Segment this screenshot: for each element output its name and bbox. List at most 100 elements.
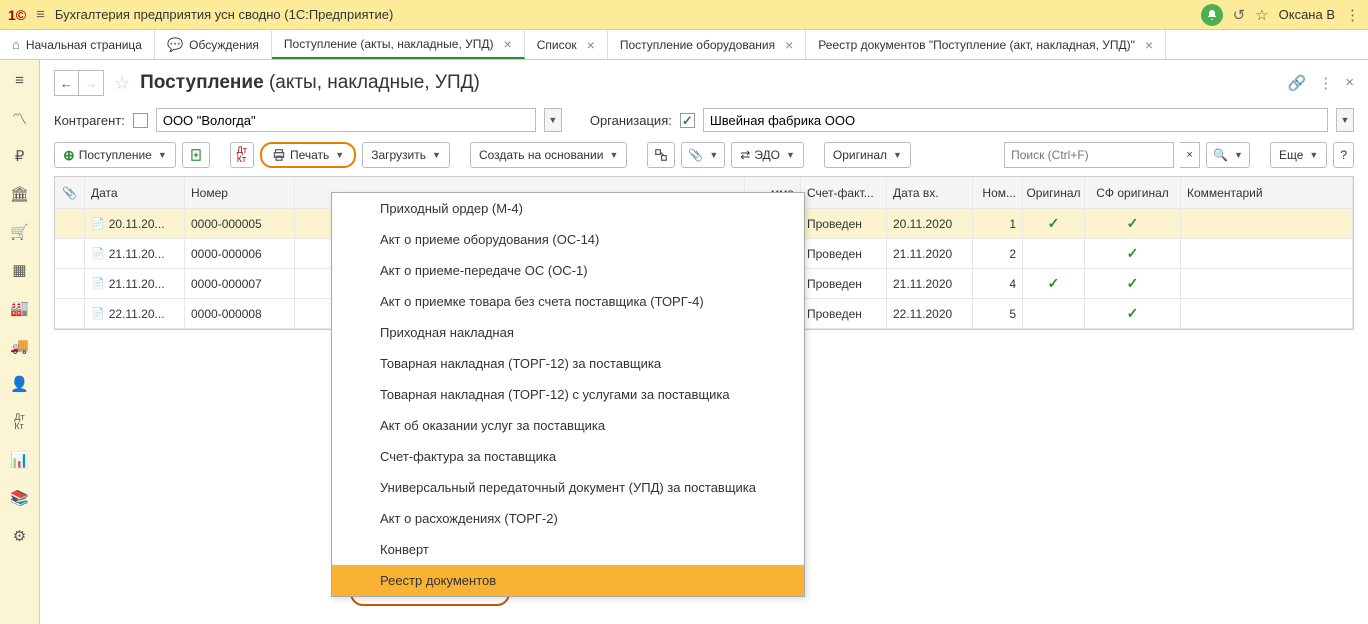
topbar: 1© ≡ Бухгалтерия предприятия усн сводно … (0, 0, 1368, 30)
filter-row: Контрагент: ▼ Организация: ▼ (54, 108, 1354, 132)
content: ← → ☆ Поступление (акты, накладные, УПД)… (40, 60, 1368, 624)
close-icon[interactable]: × (1145, 37, 1153, 53)
tab-label: Поступление оборудования (620, 38, 775, 52)
print-menu-item[interactable]: Приходная накладная (332, 317, 804, 348)
close-icon[interactable]: × (587, 37, 595, 53)
print-dropdown: Приходный ордер (М-4)Акт о приеме оборуд… (331, 192, 805, 597)
print-menu-item[interactable]: Универсальный передаточный документ (УПД… (332, 472, 804, 503)
sidebar-chart-icon[interactable]: 〽 (8, 106, 32, 130)
counterparty-dropdown[interactable]: ▼ (544, 108, 562, 132)
bell-icon[interactable] (1201, 4, 1223, 26)
sidebar-grid-icon[interactable]: ▦ (8, 258, 32, 282)
search-clear-button[interactable]: × (1180, 142, 1200, 168)
close-page-icon[interactable]: × (1345, 74, 1354, 92)
close-icon[interactable]: × (785, 37, 793, 53)
tab-label: Обсуждения (189, 38, 259, 52)
col-date[interactable]: Дата (85, 177, 185, 208)
org-dropdown[interactable]: ▼ (1336, 108, 1354, 132)
sidebar-truck-icon[interactable]: 🚚 (8, 334, 32, 358)
counterparty-input[interactable] (156, 108, 536, 132)
org-label: Организация: (590, 113, 672, 128)
sidebar-cart-icon[interactable]: 🛒 (8, 220, 32, 244)
back-button[interactable]: ← (55, 71, 79, 95)
receipt-button[interactable]: ⊕ Поступление ▼ (54, 142, 176, 168)
print-button[interactable]: Печать ▼ (260, 142, 356, 168)
col-nom[interactable]: Ном... (973, 177, 1023, 208)
search-input[interactable] (1004, 142, 1174, 168)
tab-equipment[interactable]: Поступление оборудования × (608, 30, 806, 59)
tab-list[interactable]: Список × (525, 30, 608, 59)
edo-button[interactable]: ⇄ ЭДО ▼ (731, 142, 804, 168)
sidebar-gear-icon[interactable]: ⚙ (8, 524, 32, 548)
tab-label: Реестр документов "Поступление (акт, нак… (818, 38, 1135, 52)
tab-label: Начальная страница (26, 38, 142, 52)
dtkt-button[interactable]: ДтКт (230, 142, 254, 168)
page-title: Поступление (акты, накладные, УПД) (140, 72, 480, 94)
sidebar-factory-icon[interactable]: 🏭 (8, 296, 32, 320)
home-icon: ⌂ (12, 37, 20, 52)
create-based-button[interactable]: Создать на основании ▼ (470, 142, 627, 168)
print-menu-item[interactable]: Товарная накладная (ТОРГ-12) за поставщи… (332, 348, 804, 379)
related-button[interactable] (647, 142, 675, 168)
org-input[interactable] (703, 108, 1328, 132)
col-dvh[interactable]: Дата вх. (887, 177, 973, 208)
kebab-icon[interactable]: ⋮ (1318, 74, 1333, 92)
menu-icon[interactable]: ≡ (36, 6, 45, 23)
sidebar-bank-icon[interactable]: 🏛 (8, 182, 32, 206)
tab-label: Список (537, 38, 577, 52)
print-menu-item[interactable]: Акт об оказании услуг за поставщика (332, 410, 804, 441)
attach-button[interactable]: 📎 ▼ (681, 142, 725, 168)
toolbar: ⊕ Поступление ▼ ДтКт Печать ▼ Загрузить … (54, 142, 1354, 168)
col-sforig[interactable]: СФ оригинал (1085, 177, 1181, 208)
print-menu-item[interactable]: Акт о приеме оборудования (ОС-14) (332, 224, 804, 255)
col-comm[interactable]: Комментарий (1181, 177, 1353, 208)
sidebar-bars-icon[interactable]: 📊 (8, 448, 32, 472)
more-menu-icon[interactable]: ⋮ (1345, 6, 1360, 24)
user-label[interactable]: Оксана В (1279, 7, 1335, 22)
forward-button: → (79, 71, 103, 95)
print-menu-item[interactable]: Реестр документов (332, 565, 804, 596)
load-button[interactable]: Загрузить ▼ (362, 142, 450, 168)
counterparty-label: Контрагент: (54, 113, 125, 128)
col-sf[interactable]: Счет-факт... (801, 177, 887, 208)
plus-icon: ⊕ (63, 147, 75, 164)
tab-registry[interactable]: Реестр документов "Поступление (акт, нак… (806, 30, 1166, 59)
tab-label: Поступление (акты, накладные, УПД) (284, 37, 494, 51)
tab-receipt[interactable]: Поступление (акты, накладные, УПД) × (272, 30, 525, 59)
col-num[interactable]: Номер (185, 177, 295, 208)
page-header: ← → ☆ Поступление (акты, накладные, УПД)… (54, 70, 1354, 96)
sidebar-person-icon[interactable]: 👤 (8, 372, 32, 396)
help-button[interactable]: ? (1333, 142, 1354, 168)
sidebar: ≡ 〽 ₽ 🏛 🛒 ▦ 🏭 🚚 👤 ДтКт 📊 📚 ⚙ (0, 60, 40, 624)
sidebar-ruble-icon[interactable]: ₽ (8, 144, 32, 168)
edo-icon: ⇄ (740, 148, 750, 162)
print-menu-item[interactable]: Акт о расхождениях (ТОРГ-2) (332, 503, 804, 534)
tabs-bar: ⌂ Начальная страница 💬 Обсуждения Поступ… (0, 30, 1368, 60)
print-menu-item[interactable]: Конверт (332, 534, 804, 565)
favorite-icon[interactable]: ☆ (114, 73, 130, 94)
link-icon[interactable]: 🔗 (1288, 74, 1307, 92)
print-menu-item[interactable]: Акт о приеме-передаче ОС (ОС-1) (332, 255, 804, 286)
col-attach[interactable]: 📎 (55, 177, 85, 208)
logo-1c: 1© (8, 7, 26, 23)
print-menu-item[interactable]: Акт о приемке товара без счета поставщик… (332, 286, 804, 317)
star-icon[interactable]: ☆ (1255, 6, 1268, 24)
col-orig[interactable]: Оригинал (1023, 177, 1085, 208)
print-menu-item[interactable]: Приходный ордер (М-4) (332, 193, 804, 224)
chat-icon: 💬 (167, 37, 183, 53)
org-checkbox[interactable] (680, 113, 695, 128)
sidebar-dtkt-icon[interactable]: ДтКт (8, 410, 32, 434)
history-icon[interactable]: ↺ (1233, 6, 1246, 24)
tab-home[interactable]: ⌂ Начальная страница (0, 30, 155, 59)
sidebar-menu-icon[interactable]: ≡ (8, 68, 32, 92)
search-button[interactable]: 🔍 ▼ (1206, 142, 1250, 168)
print-menu-item[interactable]: Счет-фактура за поставщика (332, 441, 804, 472)
close-icon[interactable]: × (504, 36, 512, 52)
print-menu-item[interactable]: Товарная накладная (ТОРГ-12) с услугами … (332, 379, 804, 410)
tab-discussions[interactable]: 💬 Обсуждения (155, 30, 272, 59)
original-button[interactable]: Оригинал ▼ (824, 142, 911, 168)
more-button[interactable]: Еще ▼ (1270, 142, 1327, 168)
sidebar-book-icon[interactable]: 📚 (8, 486, 32, 510)
create-doc-button[interactable] (182, 142, 210, 168)
counterparty-checkbox[interactable] (133, 113, 148, 128)
